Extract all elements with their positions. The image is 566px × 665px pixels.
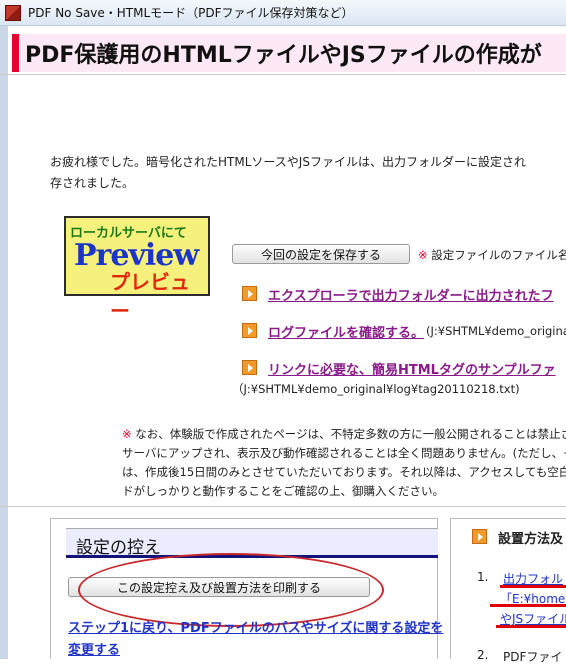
message-line-1: お疲れ様でした。暗号化されたHTMLソースやJSファイルは、出力フォルダーに設定…: [50, 155, 526, 169]
note-text: 設定ファイルのファイル名: [431, 248, 566, 262]
html-tag-sample-link[interactable]: リンクに必要な、簡易HTMLタグのサンプルファ: [268, 359, 556, 378]
note-mark: ※: [418, 248, 428, 262]
install-item-2-number: 2.: [477, 648, 489, 662]
notice-line-4: ドがしっかりと動作することをご確認の上、御購入ください。: [122, 484, 444, 498]
trial-notice: ※ なお、体験版で作成されたページは、不特定多数の方に一般公開されることは禁止さ…: [122, 425, 566, 501]
section-divider: [0, 506, 566, 507]
arrow-icon: [472, 529, 487, 544]
notice-line-1-text: なお、体験版で作成されたページは、不特定多数の方に一般公開されることは禁止さ: [135, 427, 566, 441]
save-settings-button[interactable]: 今回の設定を保存する: [232, 244, 410, 264]
message-line-2: 存されました。: [50, 176, 135, 190]
completion-message: お疲れ様でした。暗号化されたHTMLソースやJSファイルは、出力フォルダーに設定…: [50, 152, 566, 194]
local-server-preview-button[interactable]: ローカルサーバにて Preview プレビュー: [64, 216, 210, 323]
page-title: PDF保護用のHTMLファイルやJSファイルの作成が: [25, 43, 542, 68]
page-header: PDF保護用のHTMLファイルやJSファイルの作成が: [12, 34, 566, 72]
header-divider: [0, 74, 566, 75]
settings-copy-heading-text: 設定の控え: [76, 538, 161, 558]
arrow-icon: [242, 360, 257, 375]
install-method-heading: 設置方法及: [498, 532, 564, 547]
red-underline: [496, 625, 566, 628]
view-log-file-link[interactable]: ログファイルを確認する。: [268, 322, 424, 341]
arrow-icon: [242, 323, 257, 338]
log-file-path: (J:¥SHTML¥demo_origina: [426, 324, 566, 338]
window-title: PDF No Save・HTMLモード（PDFファイル保存対策など）: [28, 6, 354, 20]
highlight-oval: [78, 553, 384, 627]
app-icon: [5, 4, 21, 21]
tag-file-path: （J:¥SHTML¥demo_original¥log¥tag20110218.…: [232, 382, 520, 396]
back-to-step1-link[interactable]: ステップ1に戻り、PDFファイルのパスやサイズに関する設定を変更する: [68, 618, 448, 662]
notice-line-2: サーバにアップされ、表示及び動作確認されることは全く問題ありません。(ただし、そ…: [122, 446, 566, 460]
notice-line-1: ※ なお、体験版で作成されたページは、不特定多数の方に一般公開されることは禁止さ: [122, 425, 566, 444]
window-titlebar: PDF No Save・HTMLモード（PDFファイル保存対策など）: [0, 0, 566, 26]
arrow-icon: [242, 286, 257, 301]
explorer-output-folder-link[interactable]: エクスプローラで出力フォルダーに出力されたフ: [268, 285, 554, 304]
red-underline: [490, 604, 566, 607]
settings-file-note: ※ 設定ファイルのファイル名: [418, 247, 566, 263]
install-item-2-text: PDFファイ: [503, 650, 563, 664]
notice-line-3: は、作成後15日間のみとさせていただいております。それ以降は、アクセスしても空白…: [122, 465, 566, 479]
notice-mark: ※: [122, 427, 132, 441]
preview-badge-bottom: プレビュー: [110, 270, 190, 323]
red-underline: [500, 585, 566, 588]
install-item-1-number: 1.: [477, 570, 489, 584]
